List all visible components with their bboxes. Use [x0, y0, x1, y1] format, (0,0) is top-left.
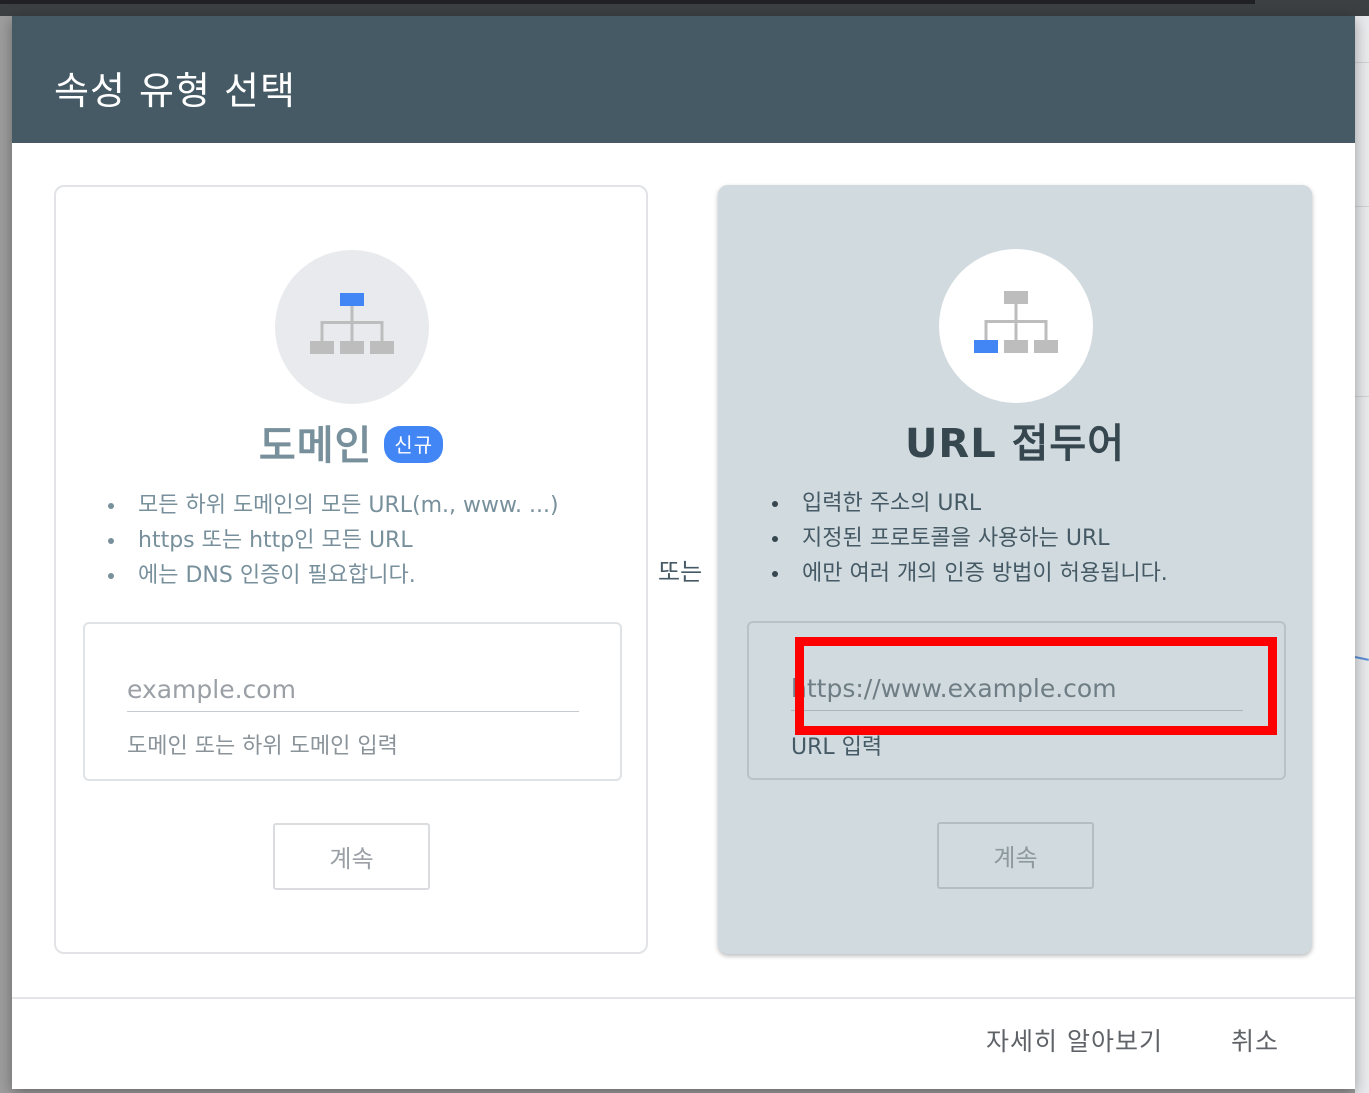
url-prefix-card-title: URL 접두어: [904, 421, 1126, 467]
list-item: https 또는 http인 모든 URL: [108, 523, 559, 558]
domain-sitemap-icon: [275, 250, 429, 404]
domain-input-helper: 도메인 또는 하위 도메인 입력: [127, 734, 398, 759]
domain-continue-button[interactable]: 계속: [273, 823, 430, 890]
domain-input-container: 도메인 또는 하위 도메인 입력: [83, 622, 622, 781]
url-prefix-continue-button[interactable]: 계속: [937, 822, 1094, 889]
url-prefix-property-card[interactable]: URL 접두어 입력한 주소의 URL 지정된 프로토콜을 사용하는 URL 에…: [718, 185, 1312, 954]
browser-top-strip: [0, 0, 1255, 4]
background-divider: [1355, 396, 1369, 397]
footer-divider: [12, 997, 1355, 999]
url-prefix-sitemap-icon: [939, 249, 1093, 403]
list-item: 에는 DNS 인증이 필요합니다.: [108, 558, 559, 593]
background-chart-line: [1354, 656, 1369, 661]
new-badge: 신규: [384, 425, 444, 463]
list-item: 입력한 주소의 URL: [772, 486, 1168, 521]
background-page-edge: [1354, 16, 1369, 1093]
list-item: 에만 여러 개의 인증 방법이 허용됩니다.: [772, 556, 1168, 591]
domain-title-text: 도메인: [258, 423, 373, 469]
url-prefix-input[interactable]: [791, 667, 1243, 711]
domain-input[interactable]: [127, 668, 579, 712]
or-separator: 또는: [658, 558, 703, 586]
url-input-helper: URL 입력: [791, 735, 883, 760]
background-divider: [1355, 62, 1369, 63]
list-item: 지정된 프로토콜을 사용하는 URL: [772, 521, 1168, 556]
select-property-type-dialog: 속성 유형 선택 도메인 신규 모든 하위 도메인의 모든 URL(m., www…: [12, 16, 1355, 1089]
domain-feature-list: 모든 하위 도메인의 모든 URL(m., www. ...) https 또는…: [108, 488, 559, 593]
domain-card-title: 도메인 신규: [56, 413, 646, 471]
cancel-button[interactable]: 취소: [1231, 1022, 1279, 1058]
url-input-container: URL 입력: [747, 621, 1286, 780]
list-item: 모든 하위 도메인의 모든 URL(m., www. ...): [108, 488, 559, 523]
browser-top-bar: [0, 0, 1369, 16]
url-prefix-feature-list: 입력한 주소의 URL 지정된 프로토콜을 사용하는 URL 에만 여러 개의 …: [772, 486, 1168, 591]
domain-property-card[interactable]: 도메인 신규 모든 하위 도메인의 모든 URL(m., www. ...) ht…: [54, 185, 648, 954]
learn-more-button[interactable]: 자세히 알아보기: [986, 1022, 1163, 1058]
dialog-title: 속성 유형 선택: [54, 69, 296, 113]
dialog-header: 속성 유형 선택: [12, 16, 1355, 143]
background-divider: [1355, 206, 1369, 207]
